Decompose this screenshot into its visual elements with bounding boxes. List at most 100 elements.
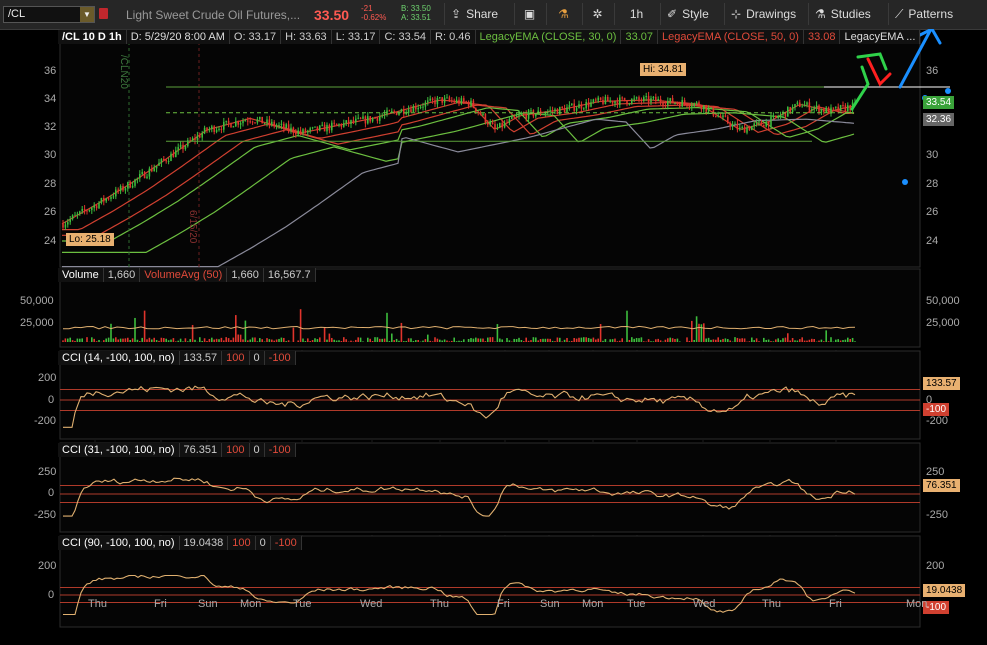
studies-button[interactable]: ⚗ Studies [808, 3, 884, 25]
candle-body [83, 208, 86, 211]
candle-body [331, 122, 333, 131]
drawings-button[interactable]: ⊹ Drawings [724, 3, 804, 25]
candle-body [340, 124, 343, 127]
symbol-input[interactable]: /CL ▼ [3, 6, 95, 23]
studies-icon: ⚗ [815, 7, 826, 21]
candle-body [751, 126, 753, 131]
candle-body [813, 107, 815, 110]
volume-bar [69, 337, 71, 342]
candle-body [79, 211, 81, 214]
volume-bar [499, 338, 501, 342]
candle-body [412, 105, 415, 113]
volume-bar [345, 339, 347, 342]
candle-body [263, 123, 266, 125]
candle-body [683, 100, 686, 104]
volume-bar [590, 338, 592, 342]
ema50-value: 33.08 [803, 30, 841, 44]
volume-bar [710, 339, 712, 342]
volume-bar [412, 340, 415, 342]
volume-avg-label[interactable]: VolumeAvg (50) [140, 268, 228, 282]
candle-body [523, 113, 525, 115]
volume-avg-calc: 16,567.7 [263, 268, 316, 282]
volume-bar [93, 338, 95, 342]
volume-bar [230, 340, 232, 342]
volume-bar [719, 339, 722, 342]
cci14-label[interactable]: CCI (14, -100, 100, no) [58, 351, 180, 365]
volume-bar [189, 339, 191, 342]
candle-body [520, 113, 523, 115]
volume-bar [333, 339, 335, 342]
volume-bar [244, 320, 247, 342]
volume-bar [717, 337, 719, 342]
candle-body [400, 109, 403, 113]
volume-bar [359, 337, 362, 342]
flask-button[interactable]: ⚗ [546, 3, 580, 25]
volume-bar [851, 337, 854, 342]
volume-bar [381, 338, 383, 342]
cci90-upper: 100 [228, 536, 256, 550]
candle-body [590, 102, 592, 107]
candle-body [832, 107, 835, 109]
timeframe-button[interactable]: 1h [614, 3, 658, 25]
x-tick: Fri [829, 598, 842, 610]
patterns-label: Patterns [908, 7, 954, 21]
patterns-button[interactable]: ⟋ Patterns [888, 3, 968, 25]
candle-body [839, 105, 842, 111]
volume-label[interactable]: Volume [58, 268, 104, 282]
candle-body [266, 119, 268, 124]
ema-more-label[interactable]: LegacyEMA ... [840, 30, 921, 44]
flag-icon[interactable] [99, 8, 108, 19]
candle-body [787, 107, 789, 117]
volume-bar [417, 339, 419, 342]
candle-body [343, 123, 345, 127]
candle-body [691, 106, 693, 108]
ema50-label[interactable]: LegacyEMA (CLOSE, 50, 0) [658, 30, 804, 44]
candle-body [667, 101, 669, 106]
candle-body [254, 122, 256, 124]
share-button[interactable]: ⇪ Share [444, 3, 512, 25]
volume-bar [767, 339, 770, 342]
bar-date: D: 5/29/20 8:00 AM [126, 30, 230, 44]
candle-body [328, 124, 331, 131]
candle-body [580, 104, 583, 109]
price-tick-left: 36 [44, 65, 57, 77]
share-label: Share [466, 7, 499, 21]
settings-button[interactable]: ✲ [582, 3, 612, 25]
volume-bar [206, 341, 208, 342]
volume-bar [854, 341, 856, 342]
candle-body [127, 182, 129, 189]
cci31-label[interactable]: CCI (31, -100, 100, no) [58, 443, 180, 457]
ema30-label[interactable]: LegacyEMA (CLOSE, 30, 0) [475, 30, 622, 44]
volume-bar [268, 339, 271, 342]
candle-body [91, 207, 93, 210]
volume-bar [429, 340, 431, 342]
volume-bar [427, 334, 429, 342]
candle-body [201, 133, 203, 138]
volume-bar [95, 341, 98, 342]
style-button[interactable]: ✐ Style [660, 3, 722, 25]
candle-body [731, 123, 734, 127]
cci31-tick: 250 [38, 466, 57, 478]
volume-bar [235, 315, 237, 342]
volume-bar [371, 340, 374, 342]
volume-bar [527, 340, 530, 342]
candle-body [818, 105, 820, 113]
candle-body [429, 98, 431, 101]
volume-bar [179, 338, 182, 342]
symbol-dropdown-icon[interactable]: ▼ [80, 7, 94, 22]
candle-body [347, 120, 350, 125]
candle-body [563, 108, 566, 112]
x-tick: Fri [497, 598, 510, 610]
candle-body [184, 146, 187, 150]
volume-bar [273, 340, 275, 342]
snapshot-button[interactable]: ▣ [514, 3, 544, 25]
volume-bar [844, 339, 847, 342]
candle-body [679, 103, 681, 107]
chart-area[interactable] [0, 29, 987, 645]
volume-tick: 50,000 [926, 295, 960, 307]
candle-body [703, 105, 705, 110]
volume-bar [823, 341, 825, 342]
cci90-label[interactable]: CCI (90, -100, 100, no) [58, 536, 180, 550]
candle-body [367, 116, 369, 124]
volume-bar [818, 340, 820, 342]
